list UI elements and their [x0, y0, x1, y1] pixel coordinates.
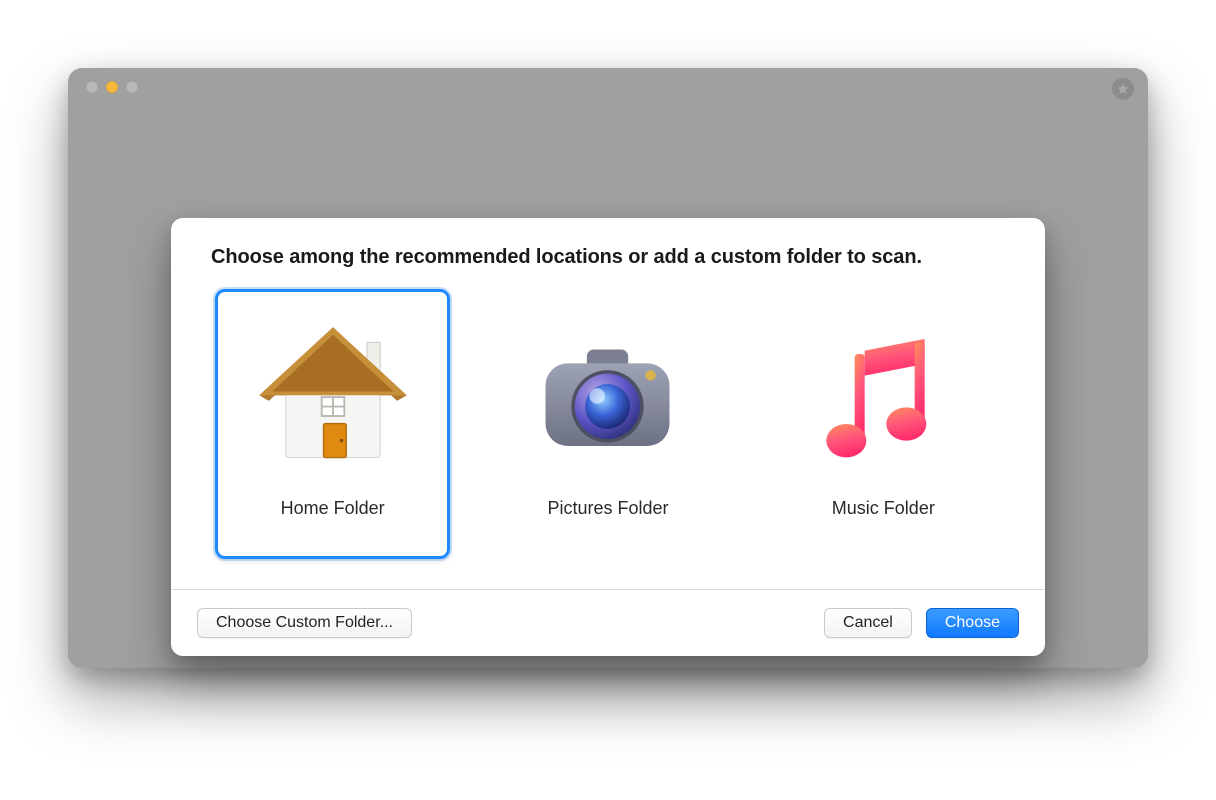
- sheet-footer: Choose Custom Folder... Cancel Choose: [171, 589, 1045, 656]
- titlebar: [68, 68, 1148, 106]
- window-controls: [86, 81, 138, 93]
- option-home-folder[interactable]: Home Folder: [215, 289, 450, 559]
- cancel-button[interactable]: Cancel: [824, 608, 912, 638]
- option-pictures-folder[interactable]: Pictures Folder: [490, 289, 725, 559]
- minimize-window-button[interactable]: [106, 81, 118, 93]
- option-music-folder[interactable]: Music Folder: [766, 289, 1001, 559]
- option-label: Home Folder: [281, 498, 385, 519]
- zoom-window-button[interactable]: [126, 81, 138, 93]
- folder-options-row: Home Folder: [171, 289, 1045, 589]
- close-window-button[interactable]: [86, 81, 98, 93]
- home-folder-icon: [248, 314, 418, 484]
- choose-custom-folder-button[interactable]: Choose Custom Folder...: [197, 608, 412, 638]
- app-window: Choose among the recommended locations o…: [68, 68, 1148, 668]
- choose-button[interactable]: Choose: [926, 608, 1019, 638]
- sheet-title: Choose among the recommended locations o…: [171, 218, 1045, 289]
- choose-folder-sheet: Choose among the recommended locations o…: [171, 218, 1045, 656]
- pictures-folder-icon: [523, 314, 693, 484]
- option-label: Music Folder: [832, 498, 935, 519]
- option-label: Pictures Folder: [547, 498, 668, 519]
- music-folder-icon: [798, 314, 968, 484]
- favorite-icon: [1112, 78, 1134, 100]
